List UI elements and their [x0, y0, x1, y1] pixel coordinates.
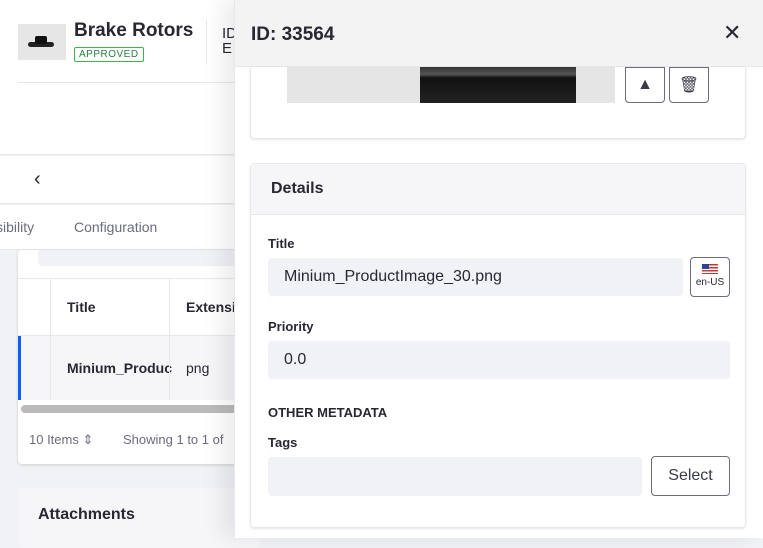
- divider: [18, 82, 260, 83]
- change-image-button[interactable]: ▲: [625, 67, 665, 103]
- column-extension[interactable]: Extensi: [186, 299, 236, 315]
- column-title[interactable]: Title: [67, 299, 96, 315]
- panel-title: ID: 33564: [251, 24, 335, 45]
- details-title: Details: [251, 164, 745, 215]
- tab-visibility[interactable]: sibility: [0, 219, 34, 235]
- items-per-page-select[interactable]: 10 Items ⇕: [29, 432, 93, 448]
- items-per-page-label: 10 Items: [29, 432, 79, 447]
- product-image: [287, 67, 615, 103]
- attachments-table-card: Title Extensi Minium_Produc png 10 Items…: [18, 250, 260, 464]
- tab-configuration[interactable]: Configuration: [74, 219, 157, 235]
- column-divider: [50, 278, 51, 400]
- product-thumbnail: [18, 24, 66, 60]
- delete-button[interactable]: 🗑: [669, 67, 709, 103]
- product-header: Brake Rotors APPROVED ID E: [0, 0, 260, 155]
- column-divider: [169, 278, 170, 400]
- selected-indicator: [18, 336, 21, 400]
- row-extension: png: [186, 360, 210, 376]
- tags-input[interactable]: [268, 457, 642, 496]
- image-card: ▲ 🗑: [250, 67, 746, 139]
- nav-bar: ‹: [0, 156, 260, 204]
- row-title: Minium_Produc: [67, 360, 173, 376]
- title-input[interactable]: Minium_ProductImage_30.png: [268, 258, 683, 296]
- attachments-title: Attachments: [18, 488, 260, 548]
- details-card: Details Title Minium_ProductImage_30.png…: [250, 163, 746, 528]
- sort-arrows-icon: ⇕: [82, 432, 94, 447]
- select-tags-button[interactable]: Select: [651, 456, 730, 496]
- table-row[interactable]: Minium_Produc png: [18, 336, 260, 400]
- tabs: sibility Configuration: [0, 205, 260, 250]
- close-icon[interactable]: ✕: [723, 20, 741, 46]
- priority-label: Priority: [268, 319, 314, 334]
- horizontal-scrollbar[interactable]: [21, 405, 260, 413]
- locale-button[interactable]: en-US: [690, 257, 730, 297]
- trash-icon: 🗑: [678, 77, 700, 94]
- product-title: Brake Rotors: [74, 20, 194, 41]
- side-panel: ID: 33564 ✕ ▲ 🗑 Details Title Minium_Pro…: [234, 0, 763, 538]
- panel-header: ID: 33564 ✕: [235, 0, 763, 67]
- product-page: Brake Rotors APPROVED IDE ‹ sibility Con…: [0, 0, 260, 548]
- tags-label: Tags: [268, 435, 298, 450]
- locale-label: en-US: [695, 277, 725, 288]
- table-header: Title Extensi: [18, 278, 260, 336]
- us-flag-icon: [702, 264, 718, 274]
- search-bar[interactable]: [38, 250, 260, 266]
- image-icon: ▲: [637, 76, 653, 93]
- title-label: Title: [268, 236, 295, 251]
- chevron-left-icon[interactable]: ‹: [34, 168, 41, 191]
- divider: [206, 20, 207, 64]
- pagination-summary: Showing 1 to 1 of: [123, 432, 224, 447]
- priority-input[interactable]: 0.0: [268, 341, 730, 379]
- other-metadata-heading: OTHER METADATA: [268, 405, 388, 420]
- status-badge: APPROVED: [74, 47, 144, 62]
